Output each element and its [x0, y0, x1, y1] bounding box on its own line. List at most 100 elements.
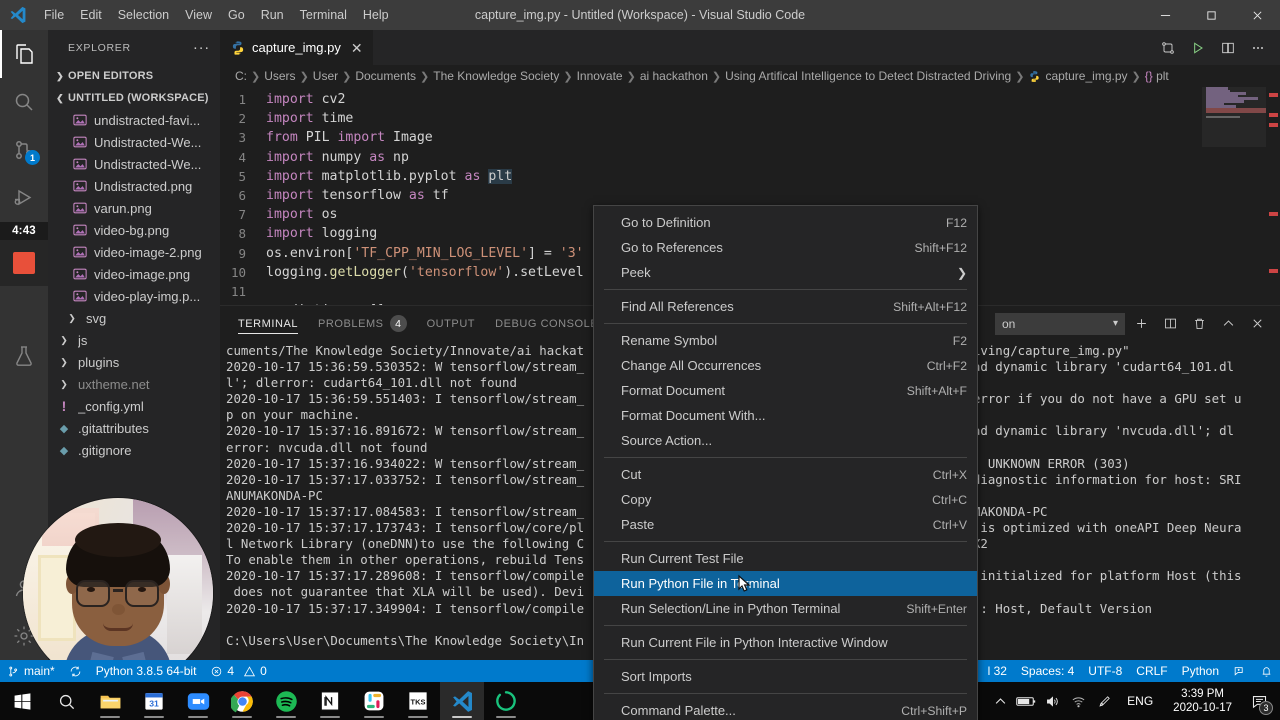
taskbar-search[interactable] — [44, 682, 88, 720]
taskbar-spotify[interactable] — [264, 682, 308, 720]
maximize-button[interactable] — [1188, 0, 1234, 30]
breadcrumb-item[interactable]: C: — [232, 69, 250, 83]
menu-run[interactable]: Run — [253, 0, 292, 30]
tab-capture-img-py[interactable]: capture_img.py ✕ — [220, 30, 374, 65]
context-menu-item[interactable]: Peek ❯ — [594, 260, 977, 285]
context-menu-item[interactable]: Rename Symbol F2 — [594, 328, 977, 353]
breadcrumb-item[interactable]: Innovate — [574, 69, 626, 83]
split-editor-icon[interactable] — [1214, 34, 1242, 62]
panel-tab-debug-console[interactable]: DEBUG CONSOLE — [485, 306, 608, 341]
code-line[interactable]: 6 import tensorflow as tf — [220, 186, 1202, 205]
section-open-editors[interactable]: ❯ OPEN EDITORS — [48, 65, 220, 87]
tree-item[interactable]: ◆ .gitignore — [48, 439, 220, 461]
tray-clock[interactable]: 3:39 PM 2020-10-17 — [1163, 682, 1242, 720]
tray-chevron-up-icon[interactable] — [987, 682, 1013, 720]
context-menu-item[interactable]: Run Selection/Line in Python Terminal Shi… — [594, 596, 977, 621]
status-encoding[interactable]: UTF-8 — [1081, 660, 1129, 682]
status-feedback[interactable] — [1226, 660, 1253, 682]
close-button[interactable] — [1234, 0, 1280, 30]
activity-explorer[interactable] — [0, 30, 48, 78]
tree-item[interactable]: video-bg.png — [48, 219, 220, 241]
tree-item[interactable]: varun.png — [48, 197, 220, 219]
activity-source-control[interactable]: 1 — [0, 126, 48, 174]
code-line[interactable]: 3 from PIL import Image — [220, 128, 1202, 147]
tree-item[interactable]: ◆ .gitattributes — [48, 417, 220, 439]
run-play-icon[interactable] — [1184, 34, 1212, 62]
code-line[interactable]: 4 import numpy as np — [220, 148, 1202, 167]
context-menu-item[interactable]: Change All Occurrences Ctrl+F2 — [594, 353, 977, 378]
minimize-button[interactable] — [1142, 0, 1188, 30]
close-panel-icon[interactable] — [1244, 311, 1270, 337]
breadcrumb-item[interactable]: Users — [261, 69, 298, 83]
code-line[interactable]: 2 import time — [220, 109, 1202, 128]
panel-tab-terminal[interactable]: TERMINAL — [228, 306, 308, 341]
tray-language[interactable]: ENG — [1117, 694, 1163, 708]
breadcrumb-item[interactable]: {} plt — [1142, 69, 1172, 83]
taskbar-zoom[interactable] — [176, 682, 220, 720]
context-menu-item[interactable]: Command Palette... Ctrl+Shift+P — [594, 698, 977, 720]
status-line-col[interactable]: l 32 — [981, 660, 1014, 682]
tree-item[interactable]: ! _config.yml — [48, 395, 220, 417]
breadcrumb-item[interactable]: ai hackathon — [637, 69, 711, 83]
tree-item[interactable]: Undistracted.png — [48, 175, 220, 197]
context-menu-item[interactable]: Go to References Shift+F12 — [594, 235, 977, 260]
split-terminal-icon[interactable] — [1157, 311, 1183, 337]
status-bell[interactable] — [1253, 660, 1280, 682]
trash-icon[interactable] — [1186, 311, 1212, 337]
context-menu-item[interactable]: Go to Definition F12 — [594, 210, 977, 235]
status-problems[interactable]: 4 0 — [203, 660, 273, 682]
menu-terminal[interactable]: Terminal — [292, 0, 355, 30]
status-spaces[interactable]: Spaces: 4 — [1014, 660, 1081, 682]
screen-recorder-widget[interactable]: 4:43 — [0, 222, 48, 286]
battery-icon[interactable] — [1013, 682, 1039, 720]
menu-help[interactable]: Help — [355, 0, 397, 30]
notification-center-button[interactable]: 3 — [1242, 682, 1276, 720]
breadcrumb-item[interactable]: capture_img.py — [1025, 69, 1130, 83]
taskbar-vscode[interactable] — [440, 682, 484, 720]
menu-go[interactable]: Go — [220, 0, 253, 30]
context-menu-item[interactable]: Sort Imports — [594, 664, 977, 689]
overview-ruler[interactable] — [1266, 87, 1280, 305]
taskbar-calendar[interactable]: 31 — [132, 682, 176, 720]
context-menu-item[interactable]: Find All References Shift+Alt+F12 — [594, 294, 977, 319]
volume-icon[interactable] — [1039, 682, 1065, 720]
panel-tab-output[interactable]: OUTPUT — [417, 306, 486, 341]
menu-selection[interactable]: Selection — [110, 0, 177, 30]
tree-item[interactable]: video-play-img.p... — [48, 285, 220, 307]
terminal-selector[interactable]: on ▾ — [995, 312, 1125, 335]
activity-run-debug[interactable] — [0, 174, 48, 222]
context-menu-item[interactable]: Run Python File in Terminal — [594, 571, 977, 596]
breadcrumb-item[interactable]: Documents — [352, 69, 419, 83]
context-menu-item[interactable]: Format Document Shift+Alt+F — [594, 378, 977, 403]
tree-item[interactable]: Undistracted-We... — [48, 131, 220, 153]
breadcrumb-item[interactable]: The Knowledge Society — [430, 69, 562, 83]
menu-edit[interactable]: Edit — [72, 0, 110, 30]
stop-recording-button[interactable] — [0, 240, 48, 286]
breadcrumb-item[interactable]: Using Artifical Intelligence to Detect D… — [722, 69, 1014, 83]
context-menu-item[interactable]: Copy Ctrl+C — [594, 487, 977, 512]
ellipsis-icon[interactable] — [1244, 34, 1272, 62]
add-terminal-icon[interactable] — [1128, 311, 1154, 337]
start-button[interactable] — [0, 682, 44, 720]
tree-item[interactable]: ❯ plugins — [48, 351, 220, 373]
status-eol[interactable]: CRLF — [1129, 660, 1174, 682]
status-sync[interactable] — [62, 660, 89, 682]
wifi-icon[interactable] — [1065, 682, 1091, 720]
taskbar-chrome[interactable] — [220, 682, 264, 720]
taskbar-slack[interactable] — [352, 682, 396, 720]
panel-tab-problems[interactable]: PROBLEMS 4 — [308, 306, 417, 341]
pen-icon[interactable] — [1091, 682, 1117, 720]
menu-file[interactable]: File — [36, 0, 72, 30]
code-line[interactable]: 1 import cv2 — [220, 90, 1202, 109]
breadcrumb[interactable]: C: ❯ Users ❯ User ❯ Documents ❯ The Knowledge So… — [220, 65, 1280, 87]
tree-item[interactable]: Undistracted-We... — [48, 153, 220, 175]
activity-search[interactable] — [0, 78, 48, 126]
tree-item[interactable]: ❯ js — [48, 329, 220, 351]
close-icon[interactable]: ✕ — [351, 41, 363, 55]
context-menu-item[interactable]: Format Document With... — [594, 403, 977, 428]
breadcrumb-item[interactable]: User — [310, 69, 341, 83]
status-branch[interactable]: main* — [0, 660, 62, 682]
taskbar-notion[interactable] — [308, 682, 352, 720]
minimap-slider[interactable] — [1202, 87, 1266, 147]
context-menu-item[interactable]: Paste Ctrl+V — [594, 512, 977, 537]
